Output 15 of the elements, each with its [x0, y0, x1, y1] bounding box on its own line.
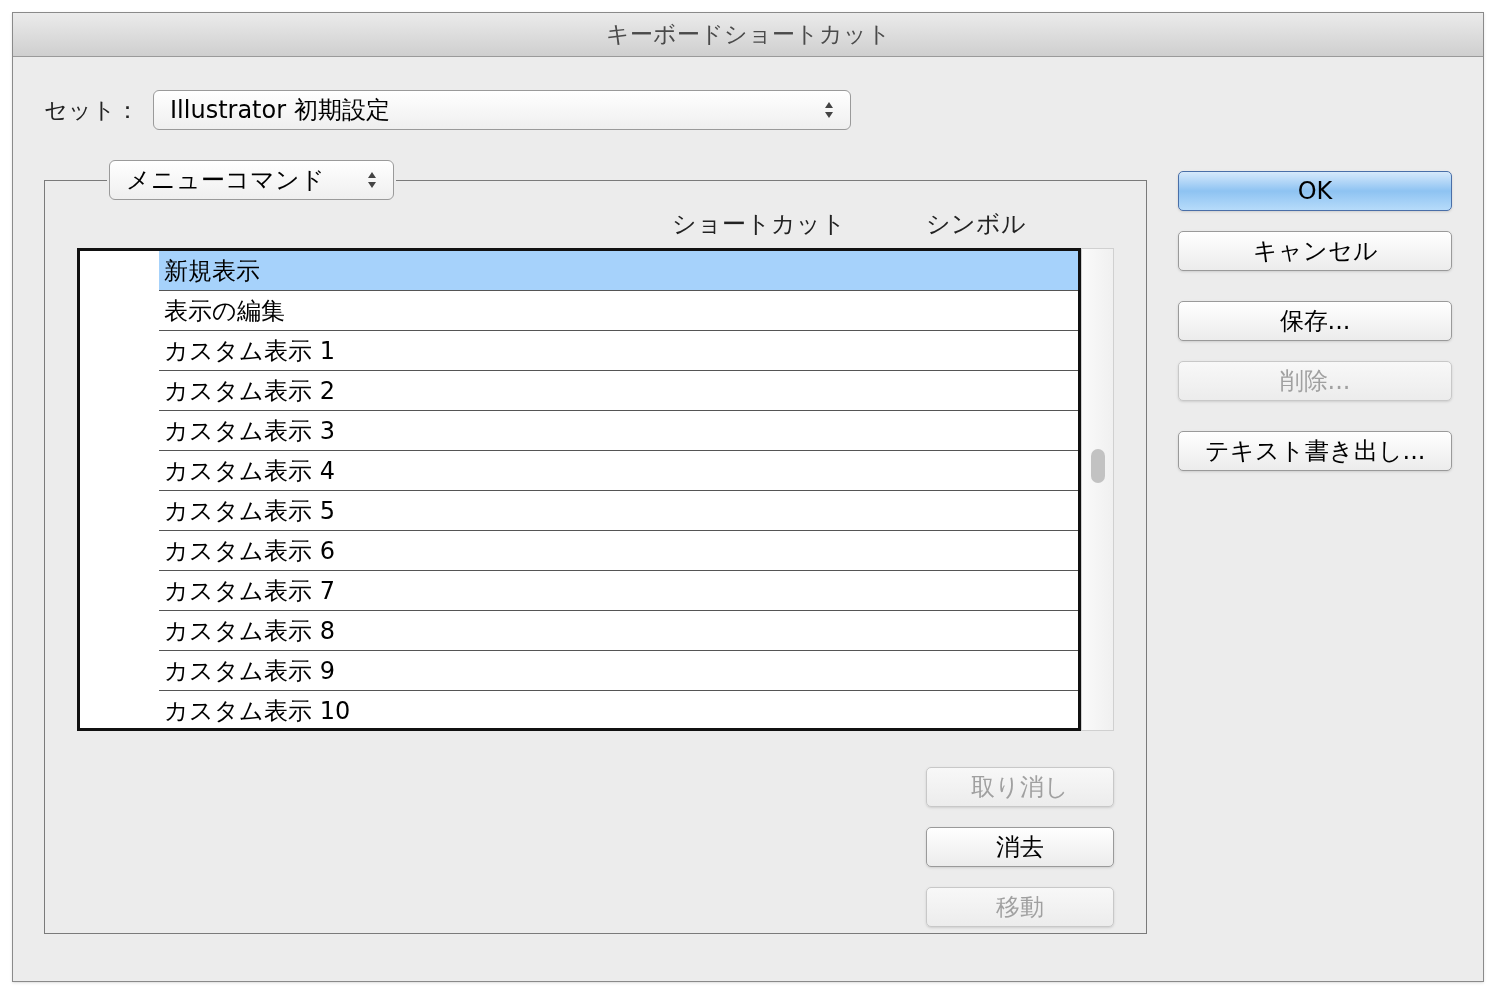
set-value: Illustrator 初期設定: [170, 95, 390, 126]
scroll-thumb[interactable]: [1090, 449, 1105, 483]
set-label: セット：: [44, 95, 139, 125]
window-title: キーボードショートカット: [605, 20, 891, 50]
dialog-button[interactable]: 保存...: [1178, 301, 1452, 341]
column-header: シンボル: [926, 209, 1026, 240]
category-value: メニューコマンド: [126, 165, 325, 196]
dialog-button[interactable]: 消去: [926, 827, 1114, 867]
dialog-button[interactable]: テキスト書き出し...: [1178, 431, 1452, 471]
command-row[interactable]: 新規表示: [159, 251, 1078, 291]
category-popup[interactable]: メニューコマンド: [109, 160, 394, 200]
dialog-button[interactable]: キャンセル: [1178, 231, 1452, 271]
dialog-button[interactable]: OK: [1178, 171, 1452, 211]
column-header: ショートカット: [672, 209, 846, 240]
set-popup[interactable]: Illustrator 初期設定: [153, 90, 851, 130]
